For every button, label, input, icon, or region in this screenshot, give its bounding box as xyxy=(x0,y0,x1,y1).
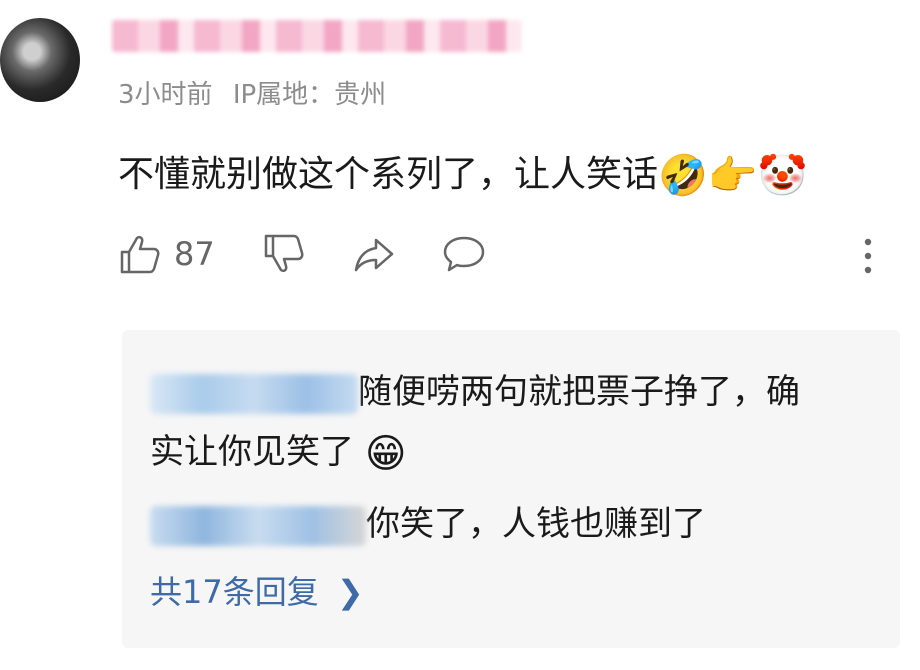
comment-text: 不懂就别做这个系列了，让人笑话 xyxy=(118,154,659,195)
like-button[interactable]: 87 xyxy=(118,232,215,276)
reply-1[interactable]: 随便唠两句就把票子挣了，确 实让你见笑了 😁 xyxy=(150,362,800,484)
view-all-replies-link[interactable]: 共17条回复 ❯ xyxy=(150,570,364,614)
comment-ip-location: IP属地：贵州 xyxy=(232,80,387,110)
reply-2[interactable]: 你笑了，人钱也赚到了 xyxy=(150,494,706,554)
grinning-emoji: 😁 xyxy=(364,430,407,477)
comment-actions: 87 xyxy=(118,232,878,280)
avatar[interactable] xyxy=(0,18,80,102)
replies-panel[interactable]: 随便唠两句就把票子挣了，确 实让你见笑了 😁 你笑了，人钱也赚到了 共17条回复… xyxy=(122,330,900,648)
comment-text-line: 不懂就别做这个系列了，让人笑话🤣👉🤡 xyxy=(118,150,807,201)
dislike-button[interactable] xyxy=(262,232,306,276)
clown-emoji: 🤡 xyxy=(757,153,808,199)
reply-username-blurred[interactable] xyxy=(150,505,366,546)
rofl-emoji: 🤣 xyxy=(658,153,708,199)
chevron-right-icon: ❯ xyxy=(336,573,364,611)
comment-icon xyxy=(443,236,485,272)
reply-text: 你笑了，人钱也赚到了 xyxy=(366,504,706,544)
comment-meta: 3小时前 IP属地：贵州 xyxy=(118,74,398,111)
reply-text: 随便唠两句就把票子挣了，确 xyxy=(358,372,800,412)
username-blurred[interactable] xyxy=(112,20,522,52)
share-button[interactable] xyxy=(352,232,396,276)
thumbs-up-icon xyxy=(120,235,160,274)
thumbs-down-icon xyxy=(264,234,304,273)
like-count: 87 xyxy=(174,235,215,273)
pointing-right-emoji: 👉 xyxy=(707,153,758,199)
comment-time: 3小时前 xyxy=(118,80,213,110)
reply-text-cont: 实让你见笑了 xyxy=(150,432,354,472)
share-icon xyxy=(354,238,394,272)
more-button[interactable] xyxy=(858,236,878,276)
view-all-label: 共17条回复 xyxy=(150,573,319,611)
more-icon xyxy=(864,238,872,274)
reply-username-blurred[interactable] xyxy=(150,373,358,414)
reply-button[interactable] xyxy=(442,232,486,276)
